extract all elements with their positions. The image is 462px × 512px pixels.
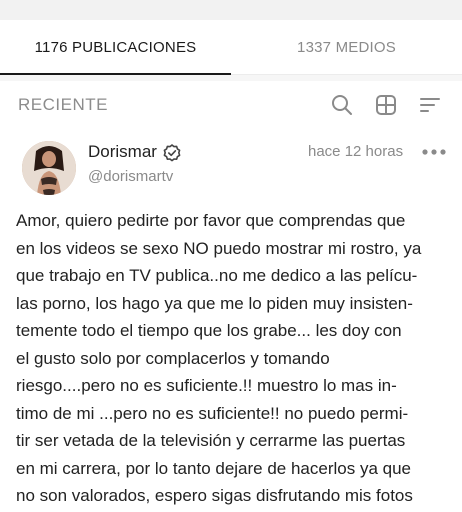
top-bar xyxy=(0,0,462,20)
post-text-line: el gusto solo por complacerlos y tomando xyxy=(16,348,330,368)
post-text-line: no son valorados, espero sigas disfrutan… xyxy=(16,486,413,505)
author-name[interactable]: Dorismar xyxy=(88,142,157,162)
post-text-line: riesgo....pero no es suficiente.!! muest… xyxy=(16,376,397,395)
tab-posts[interactable]: 1176 PUBLICACIONES xyxy=(0,20,231,75)
post-text-line: Amor, quiero pedirte por favor que compr… xyxy=(16,211,406,230)
app-screen: 1176 PUBLICACIONES 1337 MEDIOS RECIENTE xyxy=(0,0,462,512)
tab-posts-label: 1176 PUBLICACIONES xyxy=(34,38,197,56)
tab-media-label: 1337 MEDIOS xyxy=(297,38,396,56)
author-handle[interactable]: @dorismartv xyxy=(88,168,173,185)
post-text-line: temente todo el tiempo que los grabe... … xyxy=(16,321,402,340)
profile-tabs: 1176 PUBLICACIONES 1337 MEDIOS xyxy=(0,20,462,75)
section-title: RECIENTE xyxy=(18,95,108,114)
post-text-line: en mi carrera, por lo tanto dejare de ha… xyxy=(16,458,412,478)
post-text-line: las porno, los hago ya que me lo piden m… xyxy=(16,293,413,313)
more-options-icon[interactable] xyxy=(420,144,448,160)
post-text-line: que trabajo en TV publica..no me dedico … xyxy=(16,266,418,285)
post-card: Dorismar @dorismartv hace 12 horas Amor,… xyxy=(0,131,462,512)
post-timestamp: hace 12 horas xyxy=(308,143,404,160)
post-text-line: tir ser vetada de la televisión y cerrar… xyxy=(16,431,406,450)
search-icon[interactable] xyxy=(330,93,354,117)
tab-media[interactable]: 1337 MEDIOS xyxy=(231,20,462,74)
sort-icon[interactable] xyxy=(418,93,442,117)
section-header: RECIENTE xyxy=(0,81,462,131)
avatar[interactable] xyxy=(22,141,76,195)
post-text-line: en los videos se sexo NO puedo mostrar m… xyxy=(16,238,422,258)
grid-icon[interactable] xyxy=(374,93,398,117)
post-text: Amor, quiero pedirte por favor que compr… xyxy=(16,207,452,510)
verified-badge-icon xyxy=(162,143,182,163)
post-text-line: timo de mi ...pero no es suficiente!! no… xyxy=(16,403,409,423)
